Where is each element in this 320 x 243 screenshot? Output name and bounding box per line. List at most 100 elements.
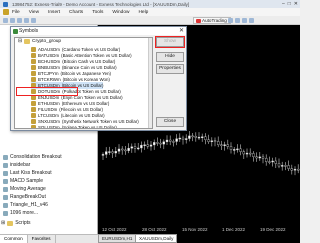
- tab-favorites[interactable]: Favorites: [28, 235, 56, 243]
- menu-file[interactable]: File: [12, 10, 20, 15]
- candle-body: [239, 148, 242, 152]
- close-button[interactable]: Close: [156, 117, 184, 127]
- candle-body: [232, 149, 236, 151]
- maximize-button[interactable]: □: [288, 1, 291, 7]
- time-axis-label: 15 Nov 2022: [182, 227, 208, 232]
- chart-tab-eurusd[interactable]: EURUSDm,H1: [98, 234, 137, 243]
- zoom-in-icon[interactable]: [228, 17, 233, 23]
- navigator-folder-scripts[interactable]: ⊞ Scripts: [1, 219, 30, 227]
- navigator-item[interactable]: Moving Average: [3, 185, 46, 193]
- hide-button[interactable]: Hide: [156, 52, 184, 62]
- chart-shift-icon[interactable]: [249, 17, 254, 23]
- navigator-item[interactable]: Last Kiss Breakout: [3, 169, 52, 177]
- candle-body: [280, 165, 284, 167]
- autotrading-label: AutoTrading: [202, 18, 227, 23]
- navigator-item[interactable]: Consolidation Breakout: [3, 153, 62, 161]
- candle-body: [165, 139, 169, 142]
- candle-body: [181, 137, 185, 140]
- candle-body: [114, 151, 117, 154]
- menu-help[interactable]: Help: [138, 10, 148, 15]
- candle-body: [146, 144, 149, 147]
- expert-advisor-icon: [3, 162, 8, 168]
- candle-body: [130, 146, 133, 149]
- collapse-minus-icon[interactable]: ⊟: [18, 39, 22, 44]
- tile-windows-icon[interactable]: [242, 17, 247, 23]
- candle-body: [133, 146, 137, 149]
- dialog-title-bar: Symbols ✕: [11, 27, 186, 35]
- profiles-icon[interactable]: [10, 17, 15, 23]
- list-scrollbar[interactable]: [148, 38, 152, 128]
- candle-body: [223, 144, 226, 146]
- candle-body: [264, 158, 268, 162]
- tab-common[interactable]: Common: [0, 235, 28, 243]
- autotrading-button[interactable]: AutoTrading: [193, 17, 231, 24]
- candle-body: [140, 144, 143, 149]
- expert-advisor-icon: [3, 170, 8, 176]
- minimize-button[interactable]: –: [282, 1, 285, 7]
- market-watch-icon[interactable]: [17, 17, 22, 23]
- candle-body: [274, 160, 278, 164]
- candle-body: [277, 163, 281, 167]
- menu-window[interactable]: Window: [112, 10, 129, 15]
- symbol-row[interactable]: SOLUSDm (Solana Token vs US Dollar): [31, 124, 117, 128]
- candle-body: [255, 156, 258, 159]
- candle-body: [216, 141, 220, 145]
- zoom-out-icon[interactable]: [235, 17, 240, 23]
- dialog-title: Symbols: [19, 28, 39, 34]
- close-window-button[interactable]: ✕: [294, 1, 298, 7]
- candle-body: [296, 168, 300, 171]
- symbol-icon: [31, 125, 36, 128]
- candle-body: [124, 149, 127, 152]
- time-axis-label: 1 Dec 2022: [222, 227, 246, 232]
- navigator-tabs: Common Favorites: [0, 234, 98, 243]
- title-bar: 13984752: Exness-Trial9 - Demo Account -…: [0, 0, 300, 8]
- candle-body: [153, 142, 156, 146]
- navigator-item[interactable]: RangeBreakOut: [3, 193, 46, 201]
- time-axis-label: 19 Dec 2022: [260, 227, 286, 232]
- candle-body: [290, 168, 294, 171]
- candle-body: [236, 148, 239, 151]
- candle-body: [210, 140, 214, 142]
- window-title: 13984752: Exness-Trial9 - Demo Account -…: [12, 1, 190, 7]
- time-axis-label: 28 Oct 2022: [142, 227, 167, 232]
- menu-insert[interactable]: Insert: [48, 10, 60, 15]
- candle-body: [200, 136, 204, 138]
- candle-body: [284, 165, 287, 167]
- navigator-item-label: 1096 more...: [10, 210, 39, 216]
- navigator-item[interactable]: insidebar: [3, 161, 30, 169]
- candle-body: [188, 135, 191, 139]
- properties-button[interactable]: Properties: [156, 64, 184, 74]
- menu-view[interactable]: View: [29, 10, 39, 15]
- candle-body: [287, 165, 290, 169]
- candle-body: [226, 144, 230, 147]
- candle-body: [108, 151, 111, 153]
- group-crypto[interactable]: ⊟ Crypto_group: [18, 39, 61, 44]
- close-icon[interactable]: ✕: [179, 27, 184, 34]
- expert-advisor-icon: [3, 154, 8, 160]
- candle-body: [220, 144, 223, 146]
- group-label: Crypto_group: [32, 39, 62, 44]
- menu-charts[interactable]: Charts: [69, 10, 83, 15]
- navigator-item-label: Last Kiss Breakout: [10, 170, 52, 176]
- candle-body: [271, 160, 274, 163]
- data-window-icon[interactable]: [24, 17, 29, 23]
- candle-body: [117, 148, 121, 152]
- expand-plus-icon[interactable]: ⊞: [1, 220, 5, 226]
- candle-body: [172, 141, 175, 143]
- folder-icon: [7, 220, 14, 226]
- chart-tab-xauusd[interactable]: XAUUSDm,Daily: [135, 234, 178, 243]
- selected-symbol-highlight: [16, 87, 78, 96]
- navigator-item[interactable]: MACD Sample: [3, 177, 43, 185]
- show-button-highlight: [155, 36, 185, 48]
- navigator-item[interactable]: Triangle_H1_v46: [3, 201, 48, 209]
- chart-time-axis: 12 Oct 2022 28 Oct 2022 15 Nov 2022 1 De…: [98, 227, 300, 234]
- navigator-icon[interactable]: [31, 17, 36, 23]
- menu-tools[interactable]: Tools: [92, 10, 103, 15]
- new-chart-icon[interactable]: [3, 17, 8, 23]
- candle-body: [248, 152, 252, 155]
- symbols-list[interactable]: ⊟ Crypto_group ADAUSDm (Cardano Token vs …: [14, 37, 153, 129]
- candle-body: [104, 151, 108, 155]
- symbols-dialog: Symbols ✕ ⊟ Crypto_group ADAUSDm (Cardano…: [10, 26, 187, 131]
- candle-body: [127, 147, 130, 151]
- navigator-item[interactable]: 1096 more...: [3, 209, 38, 217]
